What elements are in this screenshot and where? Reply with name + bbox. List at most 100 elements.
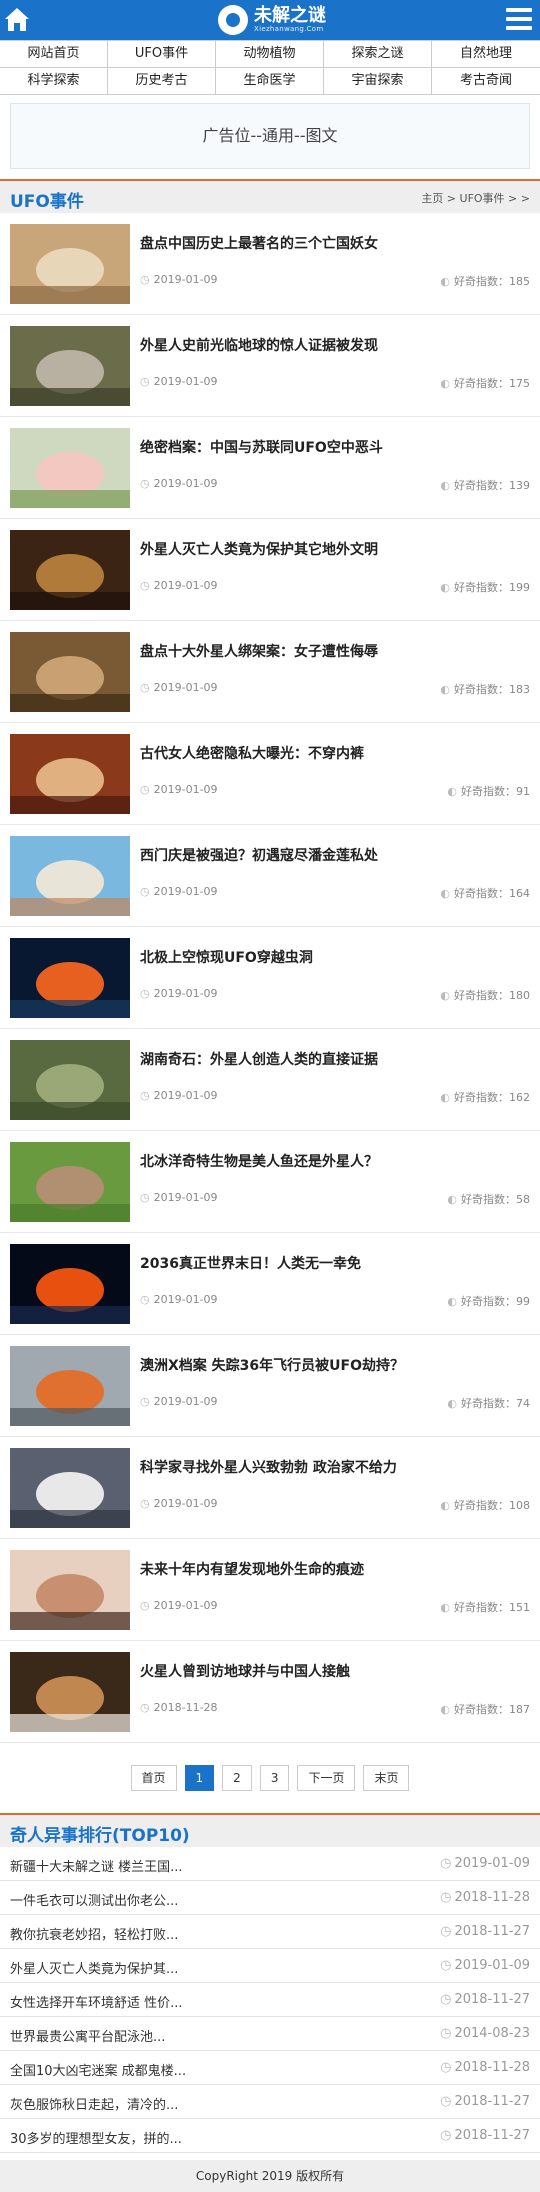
rank-item-title[interactable]: 女性选择开车环境舒适 性价...: [10, 1992, 210, 2011]
nav-item-archaeology[interactable]: 考古奇闻: [432, 67, 540, 94]
rank-item[interactable]: 全国10大凶宅迷案 成都鬼楼... ◷ 2018-11-28: [0, 2051, 540, 2085]
article-title[interactable]: 盘点中国历史上最著名的三个亡国妖女: [140, 233, 530, 253]
page-last-button[interactable]: 末页: [363, 1765, 410, 1791]
article-thumbnail[interactable]: [10, 836, 130, 916]
nav-item-ufo[interactable]: UFO事件: [108, 40, 216, 67]
article-title[interactable]: 外星人灭亡人类竟为保护其它地外文明: [140, 539, 530, 559]
rank-item[interactable]: 女性选择开车环境舒适 性价... ◷ 2018-11-27: [0, 1983, 540, 2017]
rank-item-title[interactable]: 灰色服饰秋日走起，清冷的...: [10, 2094, 210, 2113]
rank-item-title[interactable]: 30多岁的理想型女友，拼的...: [10, 2128, 210, 2147]
article-title[interactable]: 澳洲X档案 失踪36年飞行员被UFO劫持？: [140, 1355, 530, 1375]
site-logo[interactable]: 未解之谜 Xiezhanwang.Com: [218, 3, 326, 37]
rank-item-title[interactable]: 新疆十大未解之谜 楼兰王国...: [10, 1856, 210, 1875]
article-date: ◷ 2018-11-28: [140, 1701, 218, 1714]
rank-item[interactable]: 教你抗衰老妙招，轻松打败... ◷ 2018-11-27: [0, 1915, 540, 1949]
article-item[interactable]: 未来十年内有望发现地外生命的痕迹 ◷ 2019-01-09 ◐ 好奇指数：151: [0, 1539, 540, 1641]
page-next-button[interactable]: 下一页: [297, 1765, 356, 1791]
article-thumbnail[interactable]: [10, 1040, 130, 1120]
nav-item-explore-mysteries[interactable]: 探索之谜: [324, 40, 432, 67]
article-title[interactable]: 北极上空惊现UFO穿越虫洞: [140, 947, 530, 967]
page-first-button[interactable]: 首页: [130, 1765, 177, 1791]
views-count: 175: [509, 377, 530, 390]
article-thumbnail[interactable]: [10, 632, 130, 712]
article-item[interactable]: 2036真正世界末日！人类无一幸免 ◷ 2019-01-09 ◐ 好奇指数：99: [0, 1233, 540, 1335]
article-thumbnail[interactable]: [10, 1550, 130, 1630]
article-item[interactable]: 盘点中国历史上最著名的三个亡国妖女 ◷ 2019-01-09 ◐ 好奇指数：185: [0, 213, 540, 315]
article-thumbnail[interactable]: [10, 428, 130, 508]
rank-item[interactable]: 外星人灭亡人类竟为保护其... ◷ 2019-01-09: [0, 1949, 540, 1983]
article-title[interactable]: 盘点十大外星人绑架案：女子遭性侮辱: [140, 641, 530, 661]
views-label: 好奇指数：: [454, 479, 509, 492]
ad-banner[interactable]: 广告位--通用--图文: [10, 103, 530, 169]
page-1-button[interactable]: 1: [184, 1765, 215, 1791]
article-views: ◐ 好奇指数：164: [440, 885, 530, 901]
views-count: 164: [509, 887, 530, 900]
eye-icon: ◐: [440, 1703, 450, 1716]
article-item[interactable]: 火星人曾到访地球并与中国人接触 ◷ 2018-11-28 ◐ 好奇指数：187: [0, 1641, 540, 1743]
article-title[interactable]: 2036真正世界末日！人类无一幸免: [140, 1253, 530, 1273]
article-thumbnail[interactable]: [10, 938, 130, 1018]
article-title[interactable]: 科学家寻找外星人兴致勃勃 政治家不给力: [140, 1457, 530, 1477]
rank-item-title[interactable]: 一件毛衣可以测试出你老公...: [10, 1890, 210, 1909]
article-item[interactable]: 外星人史前光临地球的惊人证据被发现 ◷ 2019-01-09 ◐ 好奇指数：175: [0, 315, 540, 417]
rank-item-title[interactable]: 全国10大凶宅迷案 成都鬼楼...: [10, 2060, 210, 2079]
article-date: ◷ 2019-01-09: [140, 987, 218, 1000]
breadcrumb[interactable]: 主页 > UFO事件 > >: [421, 190, 530, 206]
nav-item-universe[interactable]: 宇宙探索: [324, 67, 432, 94]
article-thumbnail[interactable]: [10, 1142, 130, 1222]
article-item[interactable]: 科学家寻找外星人兴致勃勃 政治家不给力 ◷ 2019-01-09 ◐ 好奇指数：108: [0, 1437, 540, 1539]
views-count: 180: [509, 989, 530, 1002]
article-thumbnail[interactable]: [10, 734, 130, 814]
article-title[interactable]: 绝密档案：中国与苏联同UFO空中恶斗: [140, 437, 530, 457]
article-views: ◐ 好奇指数：74: [447, 1395, 530, 1411]
article-item[interactable]: 湖南奇石：外星人创造人类的直接证据 ◷ 2019-01-09 ◐ 好奇指数：162: [0, 1029, 540, 1131]
page-2-button[interactable]: 2: [222, 1765, 252, 1791]
rank-item[interactable]: 一件毛衣可以测试出你老公... ◷ 2018-11-28: [0, 1881, 540, 1915]
article-thumbnail[interactable]: [10, 530, 130, 610]
article-thumbnail[interactable]: [10, 1448, 130, 1528]
article-item[interactable]: 外星人灭亡人类竟为保护其它地外文明 ◷ 2019-01-09 ◐ 好奇指数：199: [0, 519, 540, 621]
rank-item-date-text: 2019-01-09: [454, 1958, 530, 1973]
article-item[interactable]: 北极上空惊现UFO穿越虫洞 ◷ 2019-01-09 ◐ 好奇指数：180: [0, 927, 540, 1029]
article-title[interactable]: 湖南奇石：外星人创造人类的直接证据: [140, 1049, 530, 1069]
nav-item-history[interactable]: 历史考古: [108, 67, 216, 94]
nav-item-life-medicine[interactable]: 生命医学: [216, 67, 324, 94]
article-item[interactable]: 北冰洋奇特生物是美人鱼还是外星人？ ◷ 2019-01-09 ◐ 好奇指数：58: [0, 1131, 540, 1233]
nav-item-animals-plants[interactable]: 动物植物: [216, 40, 324, 67]
article-date-text: 2019-01-09: [153, 273, 218, 286]
rank-item[interactable]: 灰色服饰秋日走起，清冷的... ◷ 2018-11-27: [0, 2085, 540, 2119]
article-thumbnail[interactable]: [10, 1244, 130, 1324]
nav-item-geography[interactable]: 自然地理: [432, 40, 540, 67]
article-title[interactable]: 火星人曾到访地球并与中国人接触: [140, 1661, 530, 1681]
article-item[interactable]: 西门庆是被强迫？初遇寇尽潘金莲私处 ◷ 2019-01-09 ◐ 好奇指数：164: [0, 825, 540, 927]
rank-item-title[interactable]: 外星人灭亡人类竟为保护其...: [10, 1958, 210, 1977]
article-title[interactable]: 北冰洋奇特生物是美人鱼还是外星人？: [140, 1151, 530, 1171]
rank-item[interactable]: 新疆十大未解之谜 楼兰王国... ◷ 2019-01-09: [0, 1847, 540, 1881]
article-title[interactable]: 古代女人绝密隐私大曝光：不穿内裤: [140, 743, 530, 763]
article-date: ◷ 2019-01-09: [140, 1395, 218, 1408]
menu-icon[interactable]: [506, 8, 532, 32]
article-thumbnail[interactable]: [10, 326, 130, 406]
rank-item-title[interactable]: 教你抗衰老妙招，轻松打败...: [10, 1924, 210, 1943]
article-thumbnail[interactable]: [10, 1346, 130, 1426]
article-item[interactable]: 澳洲X档案 失踪36年飞行员被UFO劫持？ ◷ 2019-01-09 ◐ 好奇指数：74: [0, 1335, 540, 1437]
article-item[interactable]: 绝密档案：中国与苏联同UFO空中恶斗 ◷ 2019-01-09 ◐ 好奇指数：139: [0, 417, 540, 519]
article-thumbnail[interactable]: [10, 1652, 130, 1732]
nav-item-science[interactable]: 科学探索: [0, 67, 108, 94]
article-date: ◷ 2019-01-09: [140, 1089, 218, 1102]
article-title[interactable]: 外星人史前光临地球的惊人证据被发现: [140, 335, 530, 355]
home-icon[interactable]: [2, 4, 32, 34]
rank-item-title[interactable]: 世界最贵公寓平台配泳池...: [10, 2026, 210, 2045]
article-item[interactable]: 盘点十大外星人绑架案：女子遭性侮辱 ◷ 2019-01-09 ◐ 好奇指数：183: [0, 621, 540, 723]
article-title[interactable]: 未来十年内有望发现地外生命的痕迹: [140, 1559, 530, 1579]
rank-item[interactable]: 世界最贵公寓平台配泳池... ◷ 2014-08-23: [0, 2017, 540, 2051]
page-3-button[interactable]: 3: [259, 1765, 290, 1791]
rank-item-date: ◷ 2018-11-28: [440, 1890, 530, 1905]
nav-item-home[interactable]: 网站首页: [0, 40, 108, 67]
article-date-text: 2019-01-09: [153, 783, 218, 796]
article-title[interactable]: 西门庆是被强迫？初遇寇尽潘金莲私处: [140, 845, 530, 865]
article-thumbnail[interactable]: [10, 224, 130, 304]
article-date-text: 2019-01-09: [153, 1395, 218, 1408]
article-item[interactable]: 古代女人绝密隐私大曝光：不穿内裤 ◷ 2019-01-09 ◐ 好奇指数：91: [0, 723, 540, 825]
rank-item[interactable]: 30多岁的理想型女友，拼的... ◷ 2018-11-27: [0, 2119, 540, 2153]
